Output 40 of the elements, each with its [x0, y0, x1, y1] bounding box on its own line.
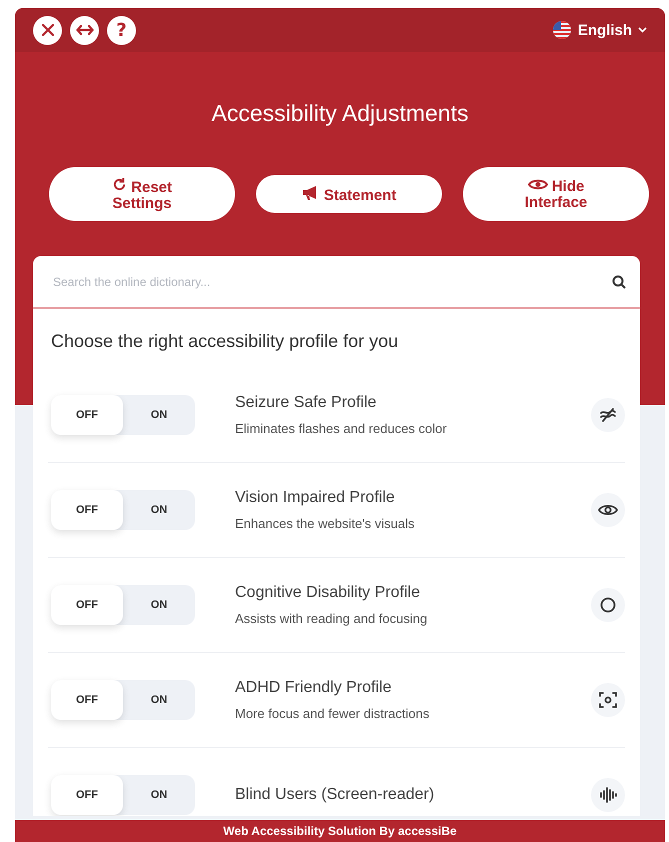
- profile-description: Enhances the website's visuals: [235, 516, 416, 531]
- off-option[interactable]: OFF: [51, 680, 123, 720]
- profile-name: Seizure Safe Profile: [235, 394, 378, 412]
- on-option[interactable]: ON: [123, 490, 195, 530]
- resize-button[interactable]: [70, 16, 99, 44]
- section-heading: Choose the right accessibility profile for you: [51, 331, 400, 352]
- eye-icon: [598, 503, 618, 517]
- on-option[interactable]: ON: [123, 395, 195, 435]
- search-icon: [612, 274, 626, 288]
- profile-description: More focus and fewer distractions: [235, 706, 430, 721]
- profile-description: Assists with reading and focusing: [235, 611, 428, 626]
- caret-icon: [638, 27, 647, 33]
- off-option[interactable]: OFF: [51, 775, 123, 815]
- sound-wave-icon: [599, 787, 617, 803]
- panel-title: Accessibility Adjustments: [210, 100, 470, 127]
- refresh-icon: [112, 176, 127, 192]
- profile-description: Eliminates flashes and reduces color: [235, 421, 448, 436]
- on-option[interactable]: ON: [123, 775, 195, 815]
- profile-name: ADHD Friendly Profile: [235, 679, 392, 697]
- hide-interface-button[interactable]: Hide Interface: [463, 167, 649, 221]
- profile-name: Vision Impaired Profile: [235, 489, 396, 507]
- reset-button[interactable]: Reset Settings: [49, 167, 235, 221]
- help-button[interactable]: ?: [107, 16, 136, 44]
- profile-name: Cognitive Disability Profile: [235, 584, 421, 602]
- on-option[interactable]: ON: [123, 680, 195, 720]
- horizontal-arrows-icon: [76, 24, 94, 36]
- focus-icon: [599, 691, 617, 709]
- footer-text: Web Accessibility Solution By accessiBe: [223, 824, 457, 838]
- off-option[interactable]: OFF: [51, 490, 123, 530]
- profile-name: Blind Users (Screen-reader): [235, 786, 436, 804]
- close-icon: [40, 23, 54, 37]
- statement-button[interactable]: Statement: [256, 175, 442, 213]
- on-option[interactable]: ON: [123, 585, 195, 625]
- close-button[interactable]: [33, 16, 62, 44]
- eye-icon: [528, 178, 548, 190]
- off-option[interactable]: OFF: [51, 585, 123, 625]
- circle-icon: [600, 597, 616, 613]
- flag-icon: [552, 21, 572, 39]
- language-selector[interactable]: English: [552, 21, 647, 39]
- off-option[interactable]: OFF: [51, 395, 123, 435]
